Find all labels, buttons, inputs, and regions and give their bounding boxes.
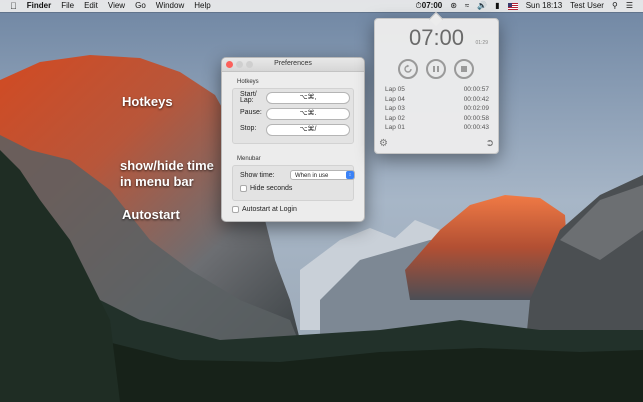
spotlight-search-icon[interactable]: ⚲: [612, 0, 618, 12]
lap-row: Lap 01 00:00:43: [385, 124, 489, 134]
lap-time: 00:00:42: [463, 95, 489, 103]
notification-center-icon[interactable]: ☰: [626, 0, 633, 12]
pause-button[interactable]: [426, 59, 446, 79]
lap-name: Lap 02: [385, 114, 405, 122]
app-menu-finder[interactable]: Finder: [27, 0, 51, 12]
volume-icon[interactable]: 🔊: [477, 0, 487, 12]
annotation-autostart: Autostart: [122, 207, 180, 222]
menu-window[interactable]: Window: [156, 0, 184, 12]
select-arrows-icon: ↕: [346, 171, 354, 179]
hide-seconds-label: Hide seconds: [250, 185, 293, 192]
menu-file[interactable]: File: [61, 0, 74, 12]
hotkey-label-start-lap: Start/Lap:: [240, 91, 257, 104]
hotkey-field-stop[interactable]: ⌥⌘/: [266, 124, 350, 136]
lap-name: Lap 04: [385, 95, 405, 103]
annotation-showhide-line2: in menu bar: [120, 174, 194, 189]
stopwatch-popover: 07:00 01:29 Lap 05 00:00:57 Lap 04 00:00:4…: [374, 18, 499, 154]
title-bar[interactable]: Preferences: [222, 58, 364, 72]
show-time-label: Show time:: [240, 172, 275, 179]
stop-icon: [461, 66, 467, 72]
settings-gear-icon[interactable]: ⚙: [379, 138, 388, 149]
menu-view[interactable]: View: [108, 0, 125, 12]
window-title: Preferences: [274, 60, 312, 67]
preferences-window: Preferences Hotkeys Start/Lap: ⌥⌘, Pause…: [221, 57, 365, 222]
lap-list: Lap 05 00:00:57 Lap 04 00:00:42 Lap 03 00:0…: [385, 86, 489, 134]
wifi-icon[interactable]: ≈: [465, 0, 469, 12]
input-source-flag-icon[interactable]: [507, 2, 518, 10]
lap-row: Lap 03 00:02:09: [385, 105, 489, 115]
user-menu[interactable]: Test User: [570, 0, 604, 12]
hotkey-field-pause[interactable]: ⌥⌘.: [266, 108, 350, 120]
annotation-showhide-line1: show/hide time: [120, 158, 214, 173]
stopwatch-subtime: 01:29: [475, 40, 488, 46]
annotation-hotkeys: Hotkeys: [122, 94, 173, 109]
lap-name: Lap 05: [385, 86, 405, 93]
quit-icon[interactable]: ➲: [486, 138, 494, 149]
stopwatch-time: 07:00: [408, 25, 465, 50]
hotkey-row-pause: Pause: ⌥⌘.: [238, 108, 350, 120]
stopwatch-tray-item[interactable]: ⏱07:00: [416, 0, 443, 12]
bluetooth-icon[interactable]: ⊛: [450, 0, 457, 12]
desktop-wallpaper:  Finder File Edit View Go Window Help ⏱…: [0, 0, 643, 402]
menu-edit[interactable]: Edit: [84, 0, 98, 12]
autostart-checkbox[interactable]: [232, 206, 239, 213]
lap-time: 00:02:09: [463, 105, 489, 112]
tray-timer-text: 07:00: [421, 1, 443, 10]
lap-row: Lap 05 00:00:57: [385, 86, 489, 96]
stop-button[interactable]: [454, 59, 474, 79]
hide-seconds-checkbox[interactable]: [240, 185, 247, 192]
battery-icon[interactable]: ▮: [495, 0, 499, 12]
lap-name: Lap 03: [385, 105, 405, 112]
hotkey-row-start-lap: Start/Lap: ⌥⌘,: [238, 91, 350, 104]
hotkeys-group-label: Hotkeys: [237, 79, 259, 85]
lap-time: 00:00:43: [463, 124, 489, 131]
menubar-group-label: Menubar: [237, 156, 261, 162]
lap-name: Lap 01: [385, 124, 405, 131]
lap-time: 00:00:57: [463, 86, 489, 93]
lap-row: Lap 04 00:00:42: [385, 95, 489, 106]
hotkey-field-start-lap[interactable]: ⌥⌘,: [266, 92, 350, 104]
lap-row: Lap 02 00:00:58: [385, 114, 489, 125]
menu-clock[interactable]: Sun 18:13: [526, 0, 562, 12]
apple-menu-icon[interactable]: : [10, 0, 17, 12]
lap-restart-button[interactable]: [398, 59, 418, 79]
menubar-group: Show time: When in use ↕ Hide seconds: [232, 165, 355, 201]
menu-help[interactable]: Help: [194, 0, 210, 12]
autostart-label: Autostart at Login: [242, 206, 297, 213]
menu-go[interactable]: Go: [135, 0, 146, 12]
lap-time: 00:00:58: [463, 114, 489, 122]
pause-icon: [433, 66, 439, 72]
show-time-value: When in use: [295, 173, 329, 179]
hotkey-label-stop: Stop:: [240, 125, 257, 132]
restart-icon: [404, 64, 412, 73]
hotkey-label-pause: Pause:: [240, 109, 262, 116]
menu-bar:  Finder File Edit View Go Window Help ⏱…: [0, 0, 643, 12]
show-time-select[interactable]: When in use ↕: [290, 170, 355, 180]
hotkey-row-stop: Stop: ⌥⌘/: [238, 124, 350, 136]
